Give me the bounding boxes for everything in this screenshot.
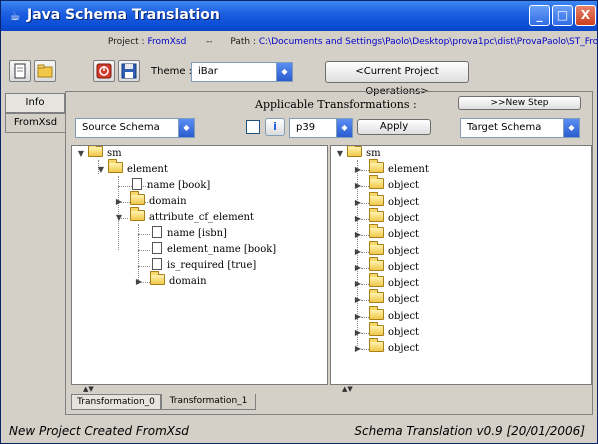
toolbar: Theme : iBar ◆ <Current Project Operatio… (1, 56, 597, 97)
window-title: Java Schema Translation (27, 7, 220, 23)
applicable-transformations-label: Applicable Transformations : (255, 98, 417, 111)
theme-label: Theme : (151, 66, 193, 77)
project-label: Project : (107, 37, 145, 47)
path-separator: -- (206, 37, 213, 47)
app-window: ☕ Java Schema Translation _ □ X Project … (0, 0, 598, 444)
expand-icon[interactable]: ▶ (114, 194, 124, 210)
folder-icon (108, 159, 123, 173)
folder-icon (369, 159, 384, 173)
tab-info[interactable]: Info (5, 93, 65, 113)
split-arrows-icon[interactable]: ▲▼ (342, 385, 353, 393)
tree-node-is-required[interactable]: is_required [true] (152, 258, 256, 274)
collapse-icon[interactable]: ▼ (335, 146, 345, 162)
new-file-icon[interactable] (9, 60, 31, 82)
status-message: New Project Created FromXsd (9, 424, 189, 438)
tree-node-name-isbn[interactable]: name [isbn] (152, 226, 227, 242)
file-icon (152, 226, 162, 238)
project-path-bar: Project : FromXsd -- Path : C:\Documents… (1, 31, 597, 53)
info-icon[interactable]: i (265, 118, 285, 136)
tree-node-domain-2[interactable]: domain (150, 271, 207, 290)
tree-node-element[interactable]: element (108, 159, 168, 178)
chevron-down-icon: ◆ (563, 119, 579, 137)
path-value: C:\Documents and Settings\Paolo\Desktop\… (258, 37, 597, 47)
folder-icon (347, 146, 362, 157)
source-schema-tree[interactable]: ▼ sm ▼ element name [book] ▶ domain ▼ at… (71, 145, 328, 385)
folder-icon (88, 146, 103, 157)
tab-fromxsd[interactable]: FromXsd (5, 113, 65, 133)
chevron-down-icon: ◆ (178, 119, 194, 137)
folder-icon (369, 207, 384, 222)
expand-icon[interactable]: ▶ (134, 274, 144, 290)
theme-select[interactable]: iBar ◆ (191, 62, 293, 82)
folder-icon (369, 289, 384, 304)
transformation-checkbox[interactable] (246, 120, 260, 134)
project-value: FromXsd (147, 37, 187, 47)
folder-icon (150, 271, 165, 285)
folder-icon (369, 256, 384, 271)
folder-icon (369, 338, 384, 353)
title-bar[interactable]: ☕ Java Schema Translation _ □ X (1, 1, 597, 31)
current-project-operations-button[interactable]: <Current Project Operations> (325, 61, 469, 97)
target-schema-tree[interactable]: ▼ sm ▶ element ▶ object ▶ object ▶ object ▶ objec… (330, 145, 592, 385)
chevron-down-icon: ◆ (336, 119, 352, 137)
maximize-button[interactable]: □ (552, 5, 573, 26)
target-schema-value: Target Schema (467, 122, 542, 133)
folder-icon (130, 207, 145, 221)
tree-node-element-name-book[interactable]: element_name [book] (152, 242, 276, 258)
folder-icon (369, 224, 384, 239)
file-icon (152, 258, 162, 270)
folder-icon (369, 322, 384, 336)
tree-node-name-book[interactable]: name [book] (132, 178, 210, 194)
folder-icon (369, 175, 384, 190)
tab-transformation-1[interactable]: Transformation_1 (161, 394, 256, 410)
java-cup-icon: ☕ (9, 9, 21, 23)
source-schema-select[interactable]: Source Schema ◆ (75, 118, 195, 138)
split-arrows-icon[interactable]: ▲▼ (83, 385, 94, 393)
transformation-select-value: p39 (296, 122, 316, 133)
apply-button[interactable]: Apply (357, 119, 431, 135)
folder-icon (369, 305, 384, 320)
collapse-icon[interactable]: ▼ (76, 146, 86, 162)
close-button[interactable]: X (575, 5, 596, 26)
version-label: Schema Translation v0.9 [20/01/2006] (354, 424, 585, 438)
target-schema-select[interactable]: Target Schema ◆ (460, 118, 580, 138)
folder-icon (369, 273, 384, 288)
collapse-icon[interactable]: ▼ (114, 210, 124, 226)
tree-node-object[interactable]: object (369, 338, 419, 357)
transformation-select[interactable]: p39 ◆ (289, 118, 353, 138)
collapse-icon[interactable]: ▼ (96, 162, 106, 178)
tab-transformation-0[interactable]: Transformation_0 (71, 394, 161, 410)
save-icon[interactable] (118, 60, 140, 82)
stop-icon[interactable] (93, 60, 115, 82)
minimize-button[interactable]: _ (529, 5, 550, 26)
new-step-button[interactable]: >>New Step (458, 96, 581, 110)
open-folder-icon[interactable] (34, 60, 56, 82)
chevron-down-icon: ◆ (276, 63, 292, 81)
tree-node-attribute-cf-element[interactable]: attribute_cf_element (130, 207, 254, 226)
theme-select-value: iBar (198, 66, 218, 77)
path-label: Path : (230, 37, 256, 47)
source-schema-value: Source Schema (82, 122, 160, 133)
file-icon (152, 242, 162, 254)
folder-icon (369, 191, 384, 206)
folder-icon (130, 191, 145, 205)
folder-icon (369, 240, 384, 255)
file-icon (132, 178, 142, 190)
